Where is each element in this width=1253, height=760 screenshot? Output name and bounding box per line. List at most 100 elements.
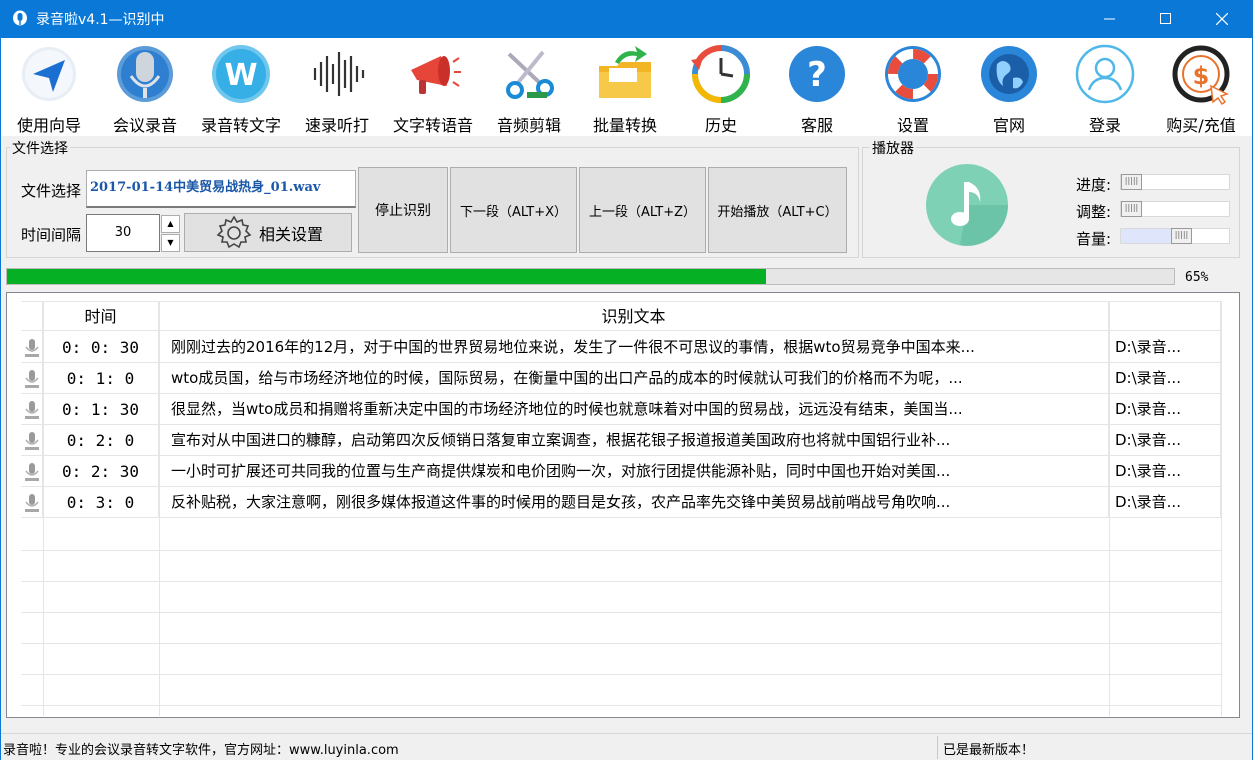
toolbar-settings-label: 设置 [896,116,929,135]
toolbar-audio-to-text-label: 录音转文字 [200,116,281,135]
related-settings-label: 相关设置 [258,224,323,244]
grid-row-line [21,550,1221,551]
row-text: 刚刚过去的2016年的12月，对于中国的世界贸易地位来说，发生了一件很不可思议的… [159,332,1109,363]
table-row[interactable]: 0: 1: 30 很显然，当wto成员和捐赠将重新决定中国的市场经济地位的时候也就… [21,394,1221,425]
minimize-button[interactable] [1082,0,1138,38]
music-note-icon[interactable] [920,162,1014,248]
close-button[interactable] [1194,0,1250,38]
table-row[interactable]: 0: 3: 0 反补贴税，大家注意啊，刚很多媒体报道这件事的时候用的题目是女孩，农… [21,487,1221,518]
adjust-slider[interactable]: ||||| [1120,201,1230,217]
microphone-icon [117,46,173,102]
toolbar-website-label: 官网 [992,116,1025,135]
row-time: 0: 1: 30 [43,394,159,425]
row-time: 0: 3: 0 [43,487,159,518]
table-row[interactable]: 0: 2: 30 一小时可扩展还可共同我的位置与生产商提供煤炭和电价团购一次，对旅… [21,456,1221,487]
toolbar-purchase-label: 购买/充值 [1166,116,1236,135]
row-path: D:\录音... [1109,456,1221,487]
toolbar-history-button[interactable]: 历史 [673,42,769,135]
toolbar-dictation-button[interactable]: 速录听打 [289,42,385,135]
navigation-arrow-icon [22,47,76,101]
previous-segment-button[interactable]: 上一段（ALT+Z） [579,167,706,253]
stop-recognition-label: 停止识别 [375,203,431,219]
table-row[interactable]: 0: 2: 0 宣布对从中国进口的糠醇，启动第四次反倾销日落复审立案调查，根据花银… [21,425,1221,456]
speaker-icon[interactable] [24,400,40,420]
toolbar-meeting-record-button[interactable]: 会议录音 [97,42,193,135]
adjust-slider-label: 调整: [1076,203,1112,221]
toolbar-settings-button[interactable]: 设置 [865,42,961,135]
next-segment-button[interactable]: 下一段（ALT+X） [450,167,577,253]
question-mark-icon: ? [789,46,845,102]
svg-text:W: W [224,58,257,93]
table-row[interactable]: 0: 1: 0 wto成员国，给与市场经济地位的时候，国际贸易，在衡量中国的出口产… [21,363,1221,394]
status-bar: 录音啦！专业的会议录音转文字软件，官方网址：www.luyinla.com 已是… [1,733,1252,760]
speaker-icon[interactable] [24,462,40,482]
grid-row-line [21,612,1221,613]
speaker-icon[interactable] [24,369,40,389]
toolbar-history-label: 历史 [704,116,737,135]
version-status: 已是最新版本！ [943,743,1035,758]
megaphone-icon [411,56,461,94]
globe-icon [981,46,1037,102]
folder-arrow-icon [599,46,651,98]
stop-recognition-button[interactable]: 停止识别 [358,167,448,253]
toolbar-audio-to-text-button[interactable]: W 录音转文字 [193,42,289,135]
progress-slider[interactable]: ||||| [1120,174,1230,190]
interval-input[interactable]: 30 [86,214,160,252]
row-time: 0: 1: 0 [43,363,159,394]
toolbar-login-label: 登录 [1088,116,1121,135]
row-path: D:\录音... [1109,363,1221,394]
row-path: D:\录音... [1109,487,1221,518]
row-time: 0: 2: 30 [43,456,159,487]
interval-down-button[interactable]: ▼ [161,234,180,252]
previous-segment-label: 上一段（ALT+Z） [588,204,697,220]
table-header-text[interactable]: 识别文本 [159,302,1109,332]
toolbar-audio-edit-button[interactable]: 音频剪辑 [481,42,577,135]
toolbar-support-label: 客服 [800,116,833,135]
history-clock-icon [691,45,750,103]
player-group-title: 播放器 [870,138,916,158]
start-playback-label: 开始播放（ALT+C） [717,204,838,220]
toolbar-meeting-record-label: 会议录音 [112,116,177,135]
interval-up-button[interactable]: ▲ [161,215,180,233]
recognition-progress-text: 65% [1185,270,1209,285]
related-settings-button[interactable]: 相关设置 [184,213,352,252]
row-text: 宣布对从中国进口的糠醇，启动第四次反倾销日落复审立案调查，根据花银子报道报道美国… [159,425,1109,456]
volume-slider-thumb[interactable]: ||||| [1171,228,1192,244]
start-playback-button[interactable]: 开始播放（ALT+C） [708,167,847,253]
toolbar-text-to-speech-button[interactable]: 文字转语音 [385,42,481,135]
adjust-slider-thumb[interactable]: ||||| [1121,201,1142,217]
volume-slider[interactable]: ||||| [1120,228,1230,244]
row-time: 0: 2: 0 [43,425,159,456]
microphone-app-icon [9,8,31,30]
file-selection-group-title: 文件选择 [10,138,70,158]
toolbar-website-button[interactable]: 官网 [961,42,1057,135]
table-row[interactable]: 0: 0: 30 刚刚过去的2016年的12月，对于中国的世界贸易地位来说，发生了… [21,332,1221,363]
speaker-icon[interactable] [24,338,40,358]
user-icon [1075,44,1135,104]
toolbar-audio-edit-label: 音频剪辑 [496,116,561,135]
table-header-path[interactable] [1109,302,1221,332]
toolbar-login-button[interactable]: 登录 [1057,42,1153,135]
toolbar-batch-convert-button[interactable]: 批量转换 [577,42,673,135]
toolbar-dictation-label: 速录听打 [304,116,369,135]
interval-label: 时间间隔 [21,226,82,244]
table-header: 时间 识别文本 [21,301,1221,332]
file-select-label: 文件选择 [21,182,82,200]
maximize-button[interactable] [1138,0,1194,38]
next-segment-label: 下一段（ALT+X） [459,204,568,220]
speaker-icon[interactable] [24,493,40,513]
toolbar-support-button[interactable]: ? 客服 [769,42,865,135]
table-header-time[interactable]: 时间 [43,302,159,332]
title-bar: 录音啦v4.1—识别中 [0,0,1253,38]
lifebuoy-icon [885,46,941,102]
svg-text:?: ? [807,55,827,95]
speaker-icon[interactable] [24,431,40,451]
row-text: wto成员国，给与市场经济地位的时候，国际贸易，在衡量中国的出口产品的成本的时候… [159,363,1109,394]
recognition-progress-fill [7,269,766,284]
toolbar-guide-button[interactable]: 使用向导 [1,42,97,135]
row-speaker-cell [21,487,43,518]
toolbar-purchase-button[interactable]: $ 购买/充值 [1153,42,1249,135]
gear-icon [216,214,252,248]
progress-slider-thumb[interactable]: ||||| [1121,174,1142,190]
file-path-field[interactable]: 2017-01-14中美贸易战热身_01.wav [86,170,356,208]
